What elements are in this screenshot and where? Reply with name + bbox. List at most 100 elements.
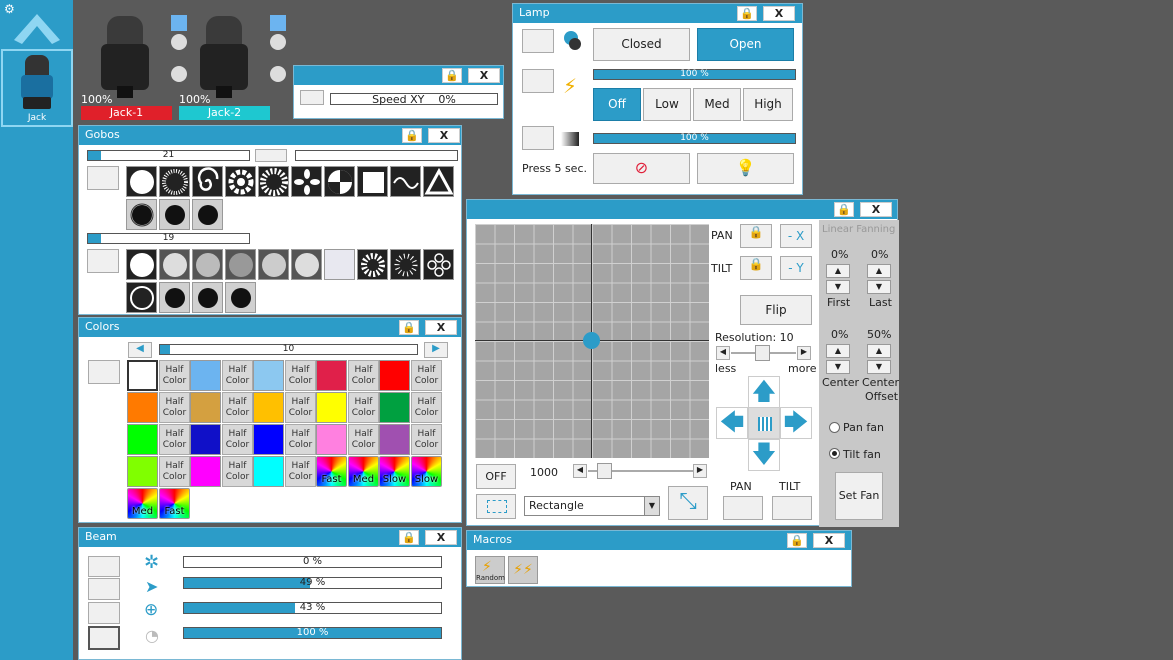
lamp-dimmer-toggle[interactable]: [522, 126, 554, 150]
fixture-2-name[interactable]: Jack-2: [179, 106, 270, 120]
gobo-triangle-icon[interactable]: [423, 166, 454, 197]
color-swatch[interactable]: [253, 456, 284, 487]
arrow-left-icon[interactable]: 🡄: [716, 407, 748, 439]
gobo-wheel-2-bar[interactable]: 19: [87, 233, 250, 244]
lamp-on-long-press-button[interactable]: 💡: [697, 153, 794, 184]
gobo-open-icon[interactable]: [126, 249, 157, 280]
shape-direction-button[interactable]: ⤡: [668, 486, 708, 520]
color-swatch[interactable]: [127, 424, 158, 455]
gobo-square-icon[interactable]: [357, 166, 388, 197]
color-next-button[interactable]: ▶: [424, 342, 448, 358]
half-color-button[interactable]: Half Color: [348, 392, 379, 423]
lock-icon[interactable]: 🔒: [834, 202, 854, 217]
rainbow-speed-button[interactable]: Slow: [411, 456, 442, 487]
lamp-high-button[interactable]: High: [743, 88, 793, 121]
color-swatch[interactable]: [316, 424, 347, 455]
gobo-texture-icon[interactable]: [159, 249, 190, 280]
first-increase-button[interactable]: ▲: [826, 264, 850, 278]
color-swatch[interactable]: [190, 392, 221, 423]
half-color-button[interactable]: Half Color: [159, 424, 190, 455]
gobo-dots-icon[interactable]: [357, 249, 388, 280]
zoom-toggle[interactable]: [88, 578, 120, 600]
gobo-cloud-icon[interactable]: [324, 249, 355, 280]
lamp-off-button[interactable]: Off: [593, 88, 641, 121]
tilt-lock-button[interactable]: 🔒: [740, 256, 772, 280]
set-fan-button[interactable]: Set Fan: [835, 472, 883, 520]
moving-head-icon[interactable]: [95, 14, 155, 104]
rainbow-speed-button[interactable]: Slow: [379, 456, 410, 487]
color-swatch[interactable]: [253, 424, 284, 455]
center-decrease-button[interactable]: ▼: [826, 360, 850, 374]
color-swatch[interactable]: [127, 392, 158, 423]
color-wheel-toggle[interactable]: [88, 360, 120, 384]
color-swatch[interactable]: [379, 360, 410, 391]
color-swatch[interactable]: [379, 392, 410, 423]
lock-icon[interactable]: 🔒: [737, 6, 757, 21]
close-icon[interactable]: X: [425, 320, 457, 335]
pan-lock-button[interactable]: 🔒: [740, 224, 772, 248]
frost-bar[interactable]: 100 %: [183, 627, 442, 639]
gobo-flower-icon[interactable]: [225, 166, 256, 197]
offset-decrease-button[interactable]: ▼: [867, 360, 891, 374]
center-increase-button[interactable]: ▲: [826, 344, 850, 358]
arrow-down-icon[interactable]: 🡇: [748, 439, 780, 471]
gobo-rotate-icon[interactable]: [192, 282, 223, 313]
color-swatch[interactable]: [190, 456, 221, 487]
half-color-button[interactable]: Half Color: [411, 392, 442, 423]
half-color-button[interactable]: Half Color: [222, 360, 253, 391]
sidebar-fixture-jack[interactable]: Jack: [1, 49, 73, 127]
gobo-texture-icon[interactable]: [192, 249, 223, 280]
focus-bar[interactable]: 43 %: [183, 602, 442, 614]
moving-head-icon[interactable]: [194, 14, 254, 104]
color-swatch[interactable]: [379, 424, 410, 455]
gobo-grid-icon[interactable]: [225, 249, 256, 280]
arrow-up-icon[interactable]: 🡅: [748, 376, 780, 408]
speed-increase-button[interactable]: ▶: [693, 464, 707, 478]
close-icon[interactable]: X: [468, 68, 500, 83]
color-swatch[interactable]: [190, 424, 221, 455]
rainbow-speed-button[interactable]: Fast: [316, 456, 347, 487]
closed-button[interactable]: Closed: [593, 28, 690, 61]
gobo-dots-icon[interactable]: [390, 249, 421, 280]
lamp-intensity-bar[interactable]: 100 %: [593, 69, 796, 80]
pan-tilt-grid[interactable]: [475, 224, 709, 458]
center-grid-icon[interactable]: [748, 407, 780, 439]
lock-icon[interactable]: 🔒: [399, 530, 419, 545]
gobo-wheel-1-bar[interactable]: 21: [87, 150, 250, 161]
open-button[interactable]: Open: [697, 28, 794, 61]
effect-off-button[interactable]: OFF: [476, 464, 516, 489]
lock-icon[interactable]: 🔒: [402, 128, 422, 143]
half-color-button[interactable]: Half Color: [222, 424, 253, 455]
half-color-button[interactable]: Half Color: [285, 360, 316, 391]
color-swatch[interactable]: [190, 360, 221, 391]
frost-toggle[interactable]: [88, 626, 120, 650]
half-color-button[interactable]: Half Color: [285, 424, 316, 455]
zoom-bar[interactable]: 49 %: [183, 577, 442, 589]
tilt-fan-radio[interactable]: [829, 448, 840, 459]
gobo-starburst-icon[interactable]: [159, 166, 190, 197]
first-decrease-button[interactable]: ▼: [826, 280, 850, 294]
color-swatch[interactable]: [127, 360, 158, 391]
gobo-wheel-2-toggle[interactable]: [87, 249, 119, 273]
fixture-1-name[interactable]: Jack-1: [81, 106, 172, 120]
tilt-effect-button[interactable]: [772, 496, 812, 520]
color-swatch[interactable]: [316, 392, 347, 423]
half-color-button[interactable]: Half Color: [222, 392, 253, 423]
invert-x-button[interactable]: - X: [780, 224, 812, 248]
close-icon[interactable]: X: [860, 202, 892, 217]
lamp-power-toggle[interactable]: [522, 69, 554, 93]
gobo-texture-icon[interactable]: [291, 249, 322, 280]
gobo-petals-icon[interactable]: [291, 166, 322, 197]
lock-icon[interactable]: 🔒: [399, 320, 419, 335]
gobo-texture-icon[interactable]: [258, 249, 289, 280]
close-icon[interactable]: X: [813, 533, 845, 548]
half-color-button[interactable]: Half Color: [159, 360, 190, 391]
rainbow-speed-button[interactable]: Med: [127, 488, 158, 519]
last-decrease-button[interactable]: ▼: [867, 280, 891, 294]
flip-button[interactable]: Flip: [740, 295, 812, 325]
offset-increase-button[interactable]: ▲: [867, 344, 891, 358]
invert-y-button[interactable]: - Y: [780, 256, 812, 280]
gobo-wave-icon[interactable]: [390, 166, 421, 197]
color-prev-button[interactable]: ◀: [128, 342, 152, 358]
half-color-button[interactable]: Half Color: [348, 424, 379, 455]
